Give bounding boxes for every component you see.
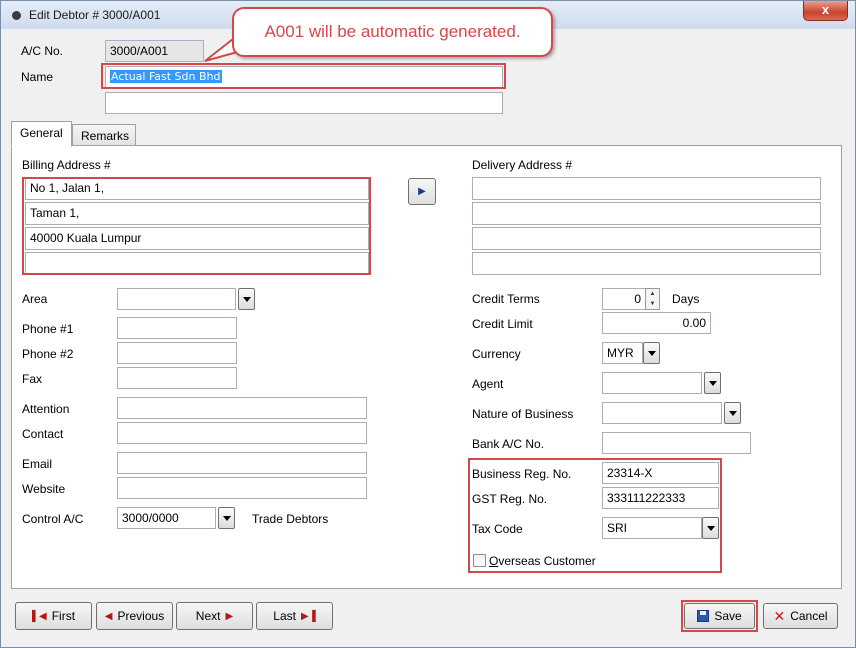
control-ac-label: Control A/C: [22, 512, 84, 526]
previous-button-label: Previous: [117, 609, 165, 623]
control-ac-dropdown-button[interactable]: [218, 507, 235, 529]
next-button[interactable]: Next ▶: [176, 602, 253, 630]
bank-ac-field[interactable]: [602, 432, 751, 454]
agent-field[interactable]: [602, 372, 702, 394]
arrow-right-icon: ▶: [418, 186, 426, 197]
fax-label: Fax: [22, 372, 43, 386]
delivery-line-2[interactable]: [472, 202, 821, 225]
nature-of-business-label: Nature of Business: [472, 407, 574, 421]
cancel-button[interactable]: ✕ Cancel: [763, 603, 838, 629]
previous-record-icon: ◀: [104, 610, 113, 622]
delivery-line-4[interactable]: [472, 252, 821, 275]
billing-line-3[interactable]: 40000 Kuala Lumpur: [25, 227, 369, 250]
area-dropdown-button[interactable]: [238, 288, 255, 310]
save-button[interactable]: Save: [684, 603, 755, 629]
name2-field[interactable]: [105, 92, 503, 114]
agent-label: Agent: [472, 377, 504, 391]
overseas-customer-label[interactable]: Overseas Customer: [489, 554, 596, 568]
business-reg-field[interactable]: 23314-X: [602, 462, 719, 484]
email-field[interactable]: [117, 452, 367, 474]
first-button-label: First: [51, 609, 76, 623]
attention-label: Attention: [22, 402, 70, 416]
fax-field[interactable]: [117, 367, 237, 389]
ac-no-label: A/C No.: [21, 44, 64, 58]
spin-down-icon[interactable]: ▼: [646, 299, 659, 309]
spin-up-icon[interactable]: ▲: [646, 289, 659, 299]
attention-field[interactable]: [117, 397, 367, 419]
tax-code-dropdown-button[interactable]: [702, 517, 719, 539]
annotation-callout: A001 will be automatic generated.: [232, 7, 553, 57]
gst-reg-field[interactable]: 333111222333: [602, 487, 719, 509]
billing-line-4[interactable]: [25, 252, 369, 275]
bank-ac-label: Bank A/C No.: [472, 437, 545, 451]
cancel-button-label: Cancel: [790, 609, 828, 623]
billing-line-1[interactable]: No 1, Jalan 1,: [25, 177, 369, 200]
cancel-x-icon: ✕: [773, 607, 786, 624]
ac-no-field[interactable]: 3000/A001: [105, 40, 204, 62]
agent-dropdown-button[interactable]: [704, 372, 721, 394]
contact-field[interactable]: [117, 422, 367, 444]
email-label: Email: [22, 457, 53, 471]
credit-terms-spinner[interactable]: ▲ ▼: [645, 288, 660, 310]
credit-terms-label: Credit Terms: [472, 292, 540, 306]
floppy-disk-icon: [697, 610, 710, 622]
last-record-icon: ▶▐: [300, 610, 316, 622]
credit-terms-field[interactable]: 0: [602, 288, 646, 310]
delivery-line-1[interactable]: [472, 177, 821, 200]
website-field[interactable]: [117, 477, 367, 499]
previous-button[interactable]: ◀ Previous: [96, 602, 173, 630]
credit-limit-label: Credit Limit: [472, 317, 533, 331]
close-button[interactable]: x: [803, 1, 848, 21]
last-button-label: Last: [273, 609, 296, 623]
next-button-label: Next: [195, 609, 221, 623]
control-ac-field[interactable]: 3000/0000: [117, 507, 216, 529]
tab-general[interactable]: General: [11, 121, 72, 147]
delivery-line-3[interactable]: [472, 227, 821, 250]
overseas-label-text: verseas Customer: [498, 554, 596, 568]
overseas-customer-checkbox[interactable]: [473, 554, 486, 567]
credit-limit-field[interactable]: 0.00: [602, 312, 711, 334]
nature-of-business-field[interactable]: [602, 402, 722, 424]
phone1-field[interactable]: [117, 317, 237, 339]
website-label: Website: [22, 482, 66, 496]
next-record-icon: ▶: [225, 610, 234, 622]
currency-dropdown-button[interactable]: [643, 342, 660, 364]
first-button[interactable]: ▌◀ First: [15, 602, 92, 630]
phone1-label: Phone #1: [22, 322, 74, 336]
window-title: Edit Debtor # 3000/A001: [29, 8, 161, 22]
save-button-label: Save: [714, 609, 742, 623]
copy-address-button[interactable]: ▶: [408, 178, 436, 205]
area-field[interactable]: [117, 288, 236, 310]
gst-reg-label: GST Reg. No.: [472, 492, 548, 506]
area-label: Area: [22, 292, 48, 306]
window-menu-icon[interactable]: [12, 11, 21, 20]
name-selected-text: Actual Fast Sdn Bhd: [110, 70, 222, 83]
delivery-address-label: Delivery Address #: [472, 158, 573, 172]
tax-code-field[interactable]: SRI: [602, 517, 702, 539]
business-reg-label: Business Reg. No.: [472, 467, 572, 481]
control-ac-description: Trade Debtors: [252, 512, 329, 526]
billing-line-2[interactable]: Taman 1,: [25, 202, 369, 225]
edit-debtor-window: Edit Debtor # 3000/A001 x A001 will be a…: [0, 0, 856, 648]
phone2-label: Phone #2: [22, 347, 74, 361]
last-button[interactable]: Last ▶▐: [256, 602, 333, 630]
contact-label: Contact: [22, 427, 64, 441]
currency-field[interactable]: MYR: [602, 342, 643, 364]
currency-label: Currency: [472, 347, 521, 361]
nature-of-business-dropdown-button[interactable]: [724, 402, 741, 424]
billing-address-label: Billing Address #: [22, 158, 111, 172]
credit-terms-unit: Days: [672, 292, 700, 306]
phone2-field[interactable]: [117, 342, 237, 364]
first-record-icon: ▌◀: [31, 610, 47, 622]
name-label: Name: [21, 70, 54, 84]
name-field[interactable]: Actual Fast Sdn Bhd: [105, 66, 503, 88]
tax-code-label: Tax Code: [472, 522, 523, 536]
